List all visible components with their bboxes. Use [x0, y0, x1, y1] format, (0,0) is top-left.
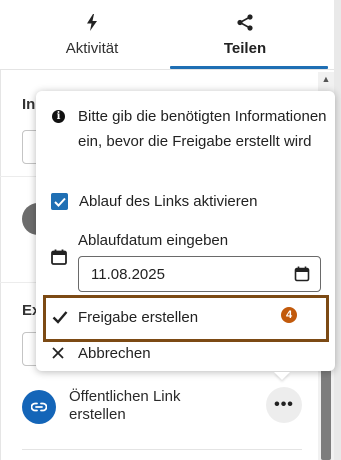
info-message: Bitte gib die benötigten Informationen e… [78, 108, 327, 150]
share-icon [237, 13, 253, 31]
tab-share[interactable]: Teilen [170, 0, 320, 70]
checkmark-icon [53, 197, 66, 207]
tab-activity-label: Aktivität [65, 40, 119, 57]
divider [22, 449, 302, 450]
more-actions-button[interactable]: ••• [266, 387, 302, 423]
cancel-button[interactable]: Abbrechen [78, 345, 151, 363]
expire-link-checkbox[interactable] [51, 193, 68, 210]
section-heading-internal: In [22, 96, 36, 113]
expiration-date-input[interactable]: 11.08.2025 [78, 256, 321, 292]
right-panel-edge [334, 0, 341, 460]
public-link-title: Öffentlichen Link erstellen [69, 388, 181, 423]
date-picker-icon[interactable] [294, 266, 310, 282]
header-divider [0, 69, 341, 70]
sidebar-tabs: Aktivität Teilen [0, 0, 341, 70]
step-badge: 4 [281, 307, 297, 323]
calendar-icon [51, 249, 67, 265]
lightning-icon [86, 13, 98, 31]
scroll-up-arrow-icon[interactable]: ▲ [319, 72, 333, 86]
check-icon [52, 311, 68, 324]
popover-arrow [274, 372, 290, 380]
expire-link-label[interactable]: Ablauf des Links aktivieren [79, 193, 257, 211]
tab-activity[interactable]: Aktivität [17, 0, 167, 70]
expiration-date-label: Ablaufdatum eingeben [78, 232, 229, 249]
link-icon [22, 390, 56, 424]
close-icon [52, 347, 64, 359]
info-icon: i [52, 110, 65, 123]
create-share-button[interactable]: Freigabe erstellen [78, 309, 198, 327]
expiration-date-value: 11.08.2025 [91, 265, 165, 283]
tab-share-label: Teilen [223, 40, 267, 57]
